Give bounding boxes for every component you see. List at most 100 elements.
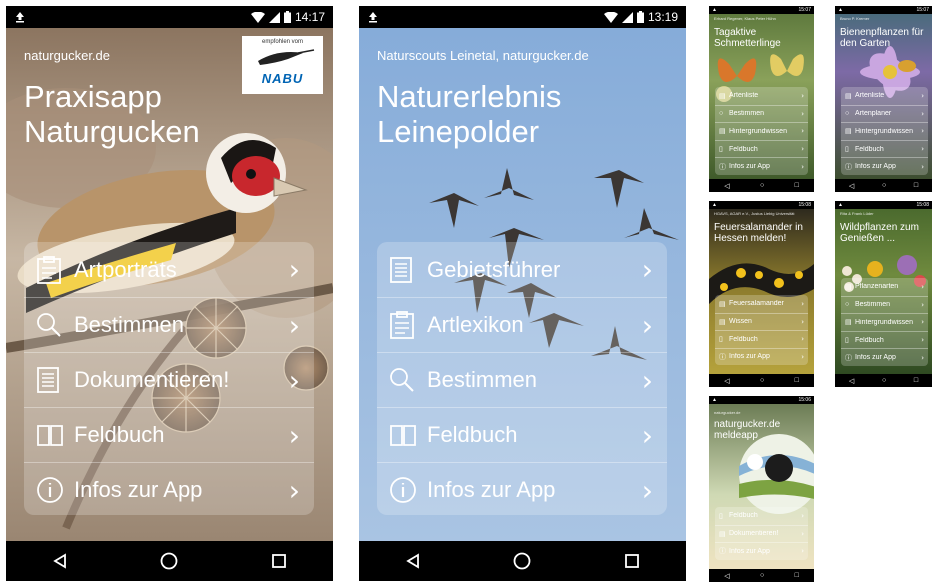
upload-icon <box>367 11 379 23</box>
upload-icon: ▲ <box>838 7 843 13</box>
chevron-right-icon: › <box>641 473 653 507</box>
home-icon[interactable]: ○ <box>760 377 764 384</box>
menu-item[interactable]: ▤ Hintergrundwissen › <box>841 313 928 331</box>
chevron-right-icon: › <box>801 91 804 100</box>
back-icon[interactable]: ◁ <box>724 182 729 190</box>
chevron-right-icon: › <box>801 547 804 556</box>
menu-item[interactable]: ▤ Artenliste › <box>715 87 808 105</box>
chevron-right-icon: › <box>921 336 924 345</box>
home-icon[interactable]: ○ <box>882 377 886 384</box>
thumb-bienenpflanzen[interactable]: ▲ 15:07 Bruno P. Kremer Bienenpflanzen f… <box>835 6 932 192</box>
recents-icon[interactable] <box>271 553 287 569</box>
upload-icon: ▲ <box>838 202 843 208</box>
back-icon[interactable] <box>52 553 68 569</box>
menu-item[interactable]: ▤ Wissen › <box>715 312 808 331</box>
chevron-right-icon: › <box>921 282 924 291</box>
menu-item-label: Bestimmen <box>427 367 538 392</box>
status-time: 14:17 <box>294 10 325 24</box>
menu-item-feldbuch[interactable]: Feldbuch › <box>24 407 314 462</box>
menu-item[interactable]: ⓘ Infos zur App › <box>715 157 808 175</box>
recents-icon[interactable]: □ <box>795 182 799 189</box>
menu-item[interactable]: ▯ Feldbuch › <box>715 507 808 525</box>
document-icon: ▤ <box>845 128 852 136</box>
menu-item[interactable]: ○ Bestimmen › <box>715 104 808 123</box>
menu-item[interactable]: ○ Artenplaner › <box>841 104 928 123</box>
home-icon[interactable]: ○ <box>882 182 886 189</box>
main-menu: Artporträts › Bestimmen › Dokumentieren!… <box>24 242 314 515</box>
recents-icon[interactable]: □ <box>795 572 799 579</box>
recents-icon[interactable] <box>624 553 640 569</box>
menu-item-bestimmen[interactable]: Bestimmen › <box>24 297 314 352</box>
home-icon[interactable] <box>160 552 178 570</box>
main-menu: ▤ Pflanzenarten › ○ Bestimmen › ▤ Hintergrund… <box>841 278 928 366</box>
app-title: Bienenpflanzen für den Garten <box>840 27 924 50</box>
app-title: Wildpflanzen zum Genießen ... <box>840 222 919 245</box>
menu-item[interactable]: ▤ Feuersalamander › <box>715 295 808 313</box>
book-icon <box>389 423 419 447</box>
back-icon[interactable]: ◁ <box>724 572 729 580</box>
menu-item-gebietsfuehrer[interactable]: Gebietsführer › <box>377 242 667 297</box>
menu-item[interactable]: ⓘ Infos zur App › <box>715 542 808 560</box>
status-time: 13:19 <box>647 10 678 24</box>
menu-item[interactable]: ▤ Artenliste › <box>841 87 928 105</box>
menu-item-dokumentieren[interactable]: Dokumentieren! › <box>24 352 314 407</box>
recents-icon[interactable]: □ <box>914 182 918 189</box>
menu-item[interactable]: ▯ Feldbuch › <box>715 330 808 348</box>
info-icon: ⓘ <box>845 354 852 362</box>
menu-item[interactable]: ▤ Dokumentieren! › <box>715 524 808 543</box>
menu-item[interactable]: ⓘ Infos zur App › <box>841 348 928 366</box>
thumb-meldeapp[interactable]: ▲ 15:06 naturgucker.de naturgucker.de me… <box>709 396 814 582</box>
menu-item-feldbuch[interactable]: Feldbuch › <box>377 407 667 462</box>
back-icon[interactable] <box>405 553 421 569</box>
chevron-right-icon: › <box>921 162 924 171</box>
menu-item-bestimmen[interactable]: Bestimmen › <box>377 352 667 407</box>
search-icon: ○ <box>845 301 850 309</box>
menu-item[interactable]: ▯ Feldbuch › <box>841 139 928 158</box>
thumb-wildpflanzen[interactable]: ▲ 15:08 Rita & Frank Lüder Wildpflanzen … <box>835 201 932 387</box>
back-icon[interactable]: ◁ <box>849 377 854 385</box>
document-icon: ▤ <box>719 318 726 326</box>
menu-item-artportraets[interactable]: Artporträts › <box>24 242 314 297</box>
menu-item[interactable]: ▯ Feldbuch › <box>715 139 808 158</box>
menu-item[interactable]: ○ Bestimmen › <box>841 295 928 314</box>
chevron-right-icon: › <box>288 473 300 507</box>
status-time: 15:07 <box>916 7 929 13</box>
status-time: 15:06 <box>798 397 811 403</box>
chevron-right-icon: › <box>921 300 924 309</box>
menu-item-label: Feldbuch <box>427 422 518 447</box>
nabu-badge[interactable]: empfohlen vom NABU <box>242 36 323 94</box>
menu-item[interactable]: ▤ Pflanzenarten › <box>841 278 928 296</box>
nabu-logo: NABU <box>261 71 304 86</box>
thumb-feuersalamander[interactable]: ▲ 15:08 HGAVS, AGAR e.V., Justus Liebig … <box>709 201 814 387</box>
chevron-right-icon: › <box>921 318 924 327</box>
home-icon[interactable]: ○ <box>760 182 764 189</box>
app-background: Rita & Frank Lüder Wildpflanzen zum Geni… <box>835 209 932 374</box>
main-menu: ▤ Artenliste › ○ Bestimmen › ▤ Hintergrundwis… <box>715 87 808 175</box>
menu-item-infos[interactable]: Infos zur App › <box>377 462 667 515</box>
menu-item[interactable]: ⓘ Infos zur App › <box>715 347 808 366</box>
chevron-right-icon: › <box>801 109 804 118</box>
signal-icon <box>621 11 633 23</box>
main-menu: ▤ Artenliste › ○ Artenplaner › ▤ Hintergrundw… <box>841 87 928 175</box>
upload-icon <box>14 11 26 23</box>
menu-item-infos[interactable]: Infos zur App › <box>24 462 314 515</box>
chevron-right-icon: › <box>801 299 804 308</box>
home-icon[interactable]: ○ <box>760 572 764 579</box>
menu-item[interactable]: ▤ Hintergrundwissen › <box>715 122 808 140</box>
thumb-schmetterlinge[interactable]: ▲ 15:07 Erhard Regener, Klaus Peter Hühn… <box>709 6 814 192</box>
menu-item[interactable]: ▤ Hintergrundwissen › <box>841 122 928 140</box>
document-icon: ▤ <box>845 319 852 327</box>
home-icon[interactable] <box>513 552 531 570</box>
menu-item[interactable]: ▯ Feldbuch › <box>841 330 928 349</box>
recents-icon[interactable]: □ <box>795 377 799 384</box>
status-time: 15:07 <box>798 7 811 13</box>
clipboard-icon <box>389 311 419 339</box>
chevron-right-icon: › <box>288 308 300 342</box>
info-icon: ⓘ <box>719 353 726 361</box>
back-icon[interactable]: ◁ <box>724 377 729 385</box>
back-icon[interactable]: ◁ <box>849 182 854 190</box>
menu-item[interactable]: ⓘ Infos zur App › <box>841 157 928 175</box>
menu-item-artlexikon[interactable]: Artlexikon › <box>377 297 667 352</box>
recents-icon[interactable]: □ <box>914 377 918 384</box>
status-bar: ▲ 15:06 <box>709 396 814 404</box>
